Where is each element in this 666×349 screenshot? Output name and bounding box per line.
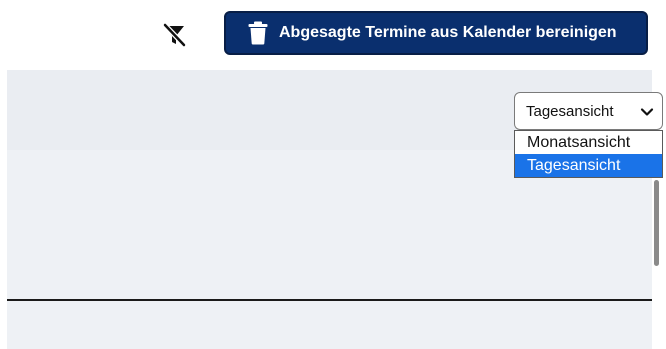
filter-off-icon[interactable] bbox=[158, 19, 190, 51]
view-options-list: Monatsansicht Tagesansicht bbox=[514, 130, 663, 178]
divider bbox=[7, 299, 652, 301]
option-monatsansicht[interactable]: Monatsansicht bbox=[515, 131, 662, 154]
clear-cancelled-appointments-button[interactable]: Abgesagte Termine aus Kalender bereinige… bbox=[224, 11, 648, 55]
chevron-down-icon bbox=[640, 108, 654, 116]
view-select-value: Tagesansicht bbox=[526, 102, 614, 120]
scrollbar-thumb[interactable] bbox=[654, 180, 659, 266]
clear-cancelled-button-label: Abgesagte Termine aus Kalender bereinige… bbox=[279, 24, 617, 41]
trash-icon bbox=[248, 21, 268, 45]
toolbar: Abgesagte Termine aus Kalender bereinige… bbox=[0, 0, 666, 70]
option-tagesansicht[interactable]: Tagesansicht bbox=[515, 154, 662, 177]
view-select[interactable]: Tagesansicht bbox=[514, 92, 663, 130]
